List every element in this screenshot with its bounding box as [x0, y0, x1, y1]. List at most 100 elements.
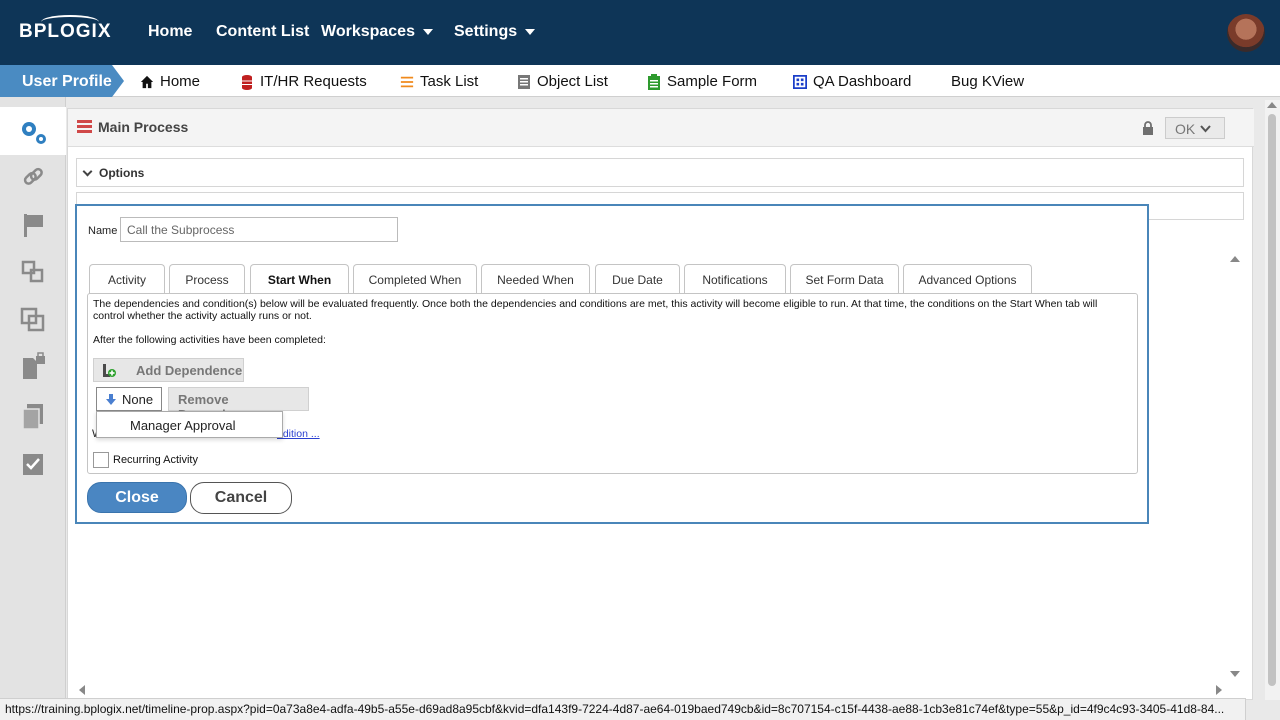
subnav-sample-form-label: Sample Form [667, 73, 758, 90]
subprocess-icon[interactable] [18, 257, 48, 287]
pages-icon[interactable] [18, 401, 48, 431]
chevron-down-icon [1200, 125, 1211, 133]
status-url-text: https://training.bplogix.net/timeline-pr… [5, 702, 1225, 716]
tab-completed-when[interactable]: Completed When [353, 264, 477, 294]
nav-content-list-label: Content List [216, 23, 310, 40]
tab-set-form-data-label: Set Form Data [805, 273, 884, 287]
cancel-button-label: Cancel [214, 489, 268, 506]
nav-home-label: Home [148, 23, 193, 40]
subnav-bug-kview-label: Bug KView [951, 73, 1025, 90]
lock-icon[interactable] [1142, 121, 1154, 135]
tab-advanced-options[interactable]: Advanced Options [903, 264, 1032, 294]
start-when-description: The dependencies and condition(s) below … [93, 298, 1098, 322]
close-button[interactable]: Close [87, 482, 187, 513]
process-icon [77, 120, 92, 133]
ok-button[interactable]: OK [1165, 117, 1225, 139]
ok-button-label: OK [1175, 121, 1196, 137]
subnav-home-label: Home [160, 73, 201, 90]
activity-properties-dialog: Name Activity Process Start When Complet… [75, 204, 1149, 524]
tab-due-date-label: Due Date [612, 273, 663, 287]
close-button-label: Close [115, 489, 159, 506]
bplogix-logo[interactable]: BPLOGIX [19, 15, 112, 43]
tab-activity[interactable]: Activity [89, 264, 165, 294]
tab-needed-when[interactable]: Needed When [481, 264, 590, 294]
copy-icon[interactable] [18, 305, 48, 335]
subnav-sample-form[interactable]: Sample Form [647, 73, 757, 90]
page-scrollbar[interactable] [1265, 100, 1280, 700]
dropdown-option-manager-approval[interactable]: Manager Approval [130, 418, 236, 433]
subnav-it-hr-requests[interactable]: IT/HR Requests [240, 73, 367, 90]
subnav-qa-dashboard[interactable]: QA Dashboard [793, 73, 911, 90]
chevron-down-icon [82, 166, 93, 177]
scrollbar-up-icon[interactable] [1267, 102, 1277, 108]
recurring-activity-checkbox[interactable] [93, 452, 109, 468]
scroll-down-icon[interactable] [1230, 671, 1240, 677]
scroll-right-icon[interactable] [1216, 685, 1222, 695]
dependence-select[interactable]: None [96, 387, 162, 411]
database-icon [242, 74, 252, 90]
nav-workspaces[interactable]: Workspaces [321, 23, 433, 41]
dashboard-icon [793, 74, 807, 89]
subnav-object-list[interactable]: Object List [517, 73, 608, 90]
nav-content-list[interactable]: Content List [216, 23, 309, 41]
panel-header: Main Process OK [68, 109, 1254, 147]
start-when-tab-panel: The dependencies and condition(s) below … [87, 293, 1138, 474]
options-label: Options [99, 166, 145, 180]
name-label: Name [88, 225, 118, 237]
scroll-up-icon[interactable] [1230, 256, 1240, 262]
left-sidebar [0, 97, 66, 720]
sub-navigation: User Profile Home IT/HR Requests Task Li… [0, 65, 1280, 97]
home-icon [140, 75, 154, 88]
locked-doc-icon[interactable] [18, 352, 48, 382]
tab-activity-label: Activity [107, 273, 146, 287]
add-dependence-button[interactable]: Add Dependence [93, 358, 244, 382]
link-icon[interactable] [18, 163, 48, 193]
tab-notifications[interactable]: Notifications [684, 264, 786, 294]
scroll-left-icon[interactable] [79, 685, 85, 695]
tab-completed-when-label: Completed When [368, 273, 462, 287]
subnav-home[interactable]: Home [140, 73, 200, 90]
subnav-task-list-label: Task List [420, 73, 479, 90]
recurring-activity-label: Recurring Activity [113, 454, 198, 466]
form-icon [648, 73, 660, 90]
nav-workspaces-label: Workspaces [321, 23, 415, 40]
tab-advanced-options-label: Advanced Options [918, 273, 1017, 287]
cancel-button[interactable]: Cancel [190, 482, 292, 514]
subnav-task-list[interactable]: Task List [400, 73, 478, 90]
chevron-down-icon [525, 28, 536, 35]
document-icon [518, 74, 530, 89]
tab-process[interactable]: Process [169, 264, 245, 294]
tab-user-profile-label: User Profile [22, 73, 112, 90]
dependence-select-value: None [122, 392, 154, 407]
nav-settings-label: Settings [454, 23, 518, 40]
tab-needed-when-label: Needed When [497, 273, 574, 287]
flag-icon[interactable] [18, 210, 48, 240]
subnav-bug-kview[interactable]: Bug KView [951, 73, 1024, 90]
arrow-down-icon [106, 394, 116, 405]
tab-start-when[interactable]: Start When [250, 264, 349, 295]
add-condition-link[interactable]: ndition ... [277, 428, 320, 440]
nav-home[interactable]: Home [148, 23, 192, 41]
page-title: Main Process [98, 119, 189, 135]
avatar[interactable] [1227, 14, 1265, 52]
status-bar-url: https://training.bplogix.net/timeline-pr… [0, 698, 1246, 720]
nav-settings[interactable]: Settings [454, 23, 536, 41]
tab-user-profile[interactable]: User Profile [0, 65, 124, 97]
options-section-header[interactable]: Options [76, 158, 1244, 187]
tab-notifications-label: Notifications [702, 273, 768, 287]
checklist-icon[interactable] [18, 449, 48, 479]
after-completed-text: After the following activities have been… [93, 334, 326, 346]
remove-dependence-button[interactable]: Remove Dependence [168, 387, 309, 422]
add-dependence-label: Add Dependence [136, 363, 243, 378]
gears-icon[interactable] [18, 117, 48, 147]
name-field[interactable] [120, 217, 398, 242]
chevron-down-icon [422, 28, 433, 35]
list-icon [400, 76, 414, 87]
tab-set-form-data[interactable]: Set Form Data [790, 264, 899, 294]
dependence-dropdown: Manager Approval [96, 411, 283, 438]
add-icon [103, 364, 116, 377]
scrollbar-thumb[interactable] [1268, 114, 1276, 686]
logo-arc [41, 15, 99, 29]
tab-due-date[interactable]: Due Date [595, 264, 680, 294]
subnav-object-list-label: Object List [537, 73, 608, 90]
